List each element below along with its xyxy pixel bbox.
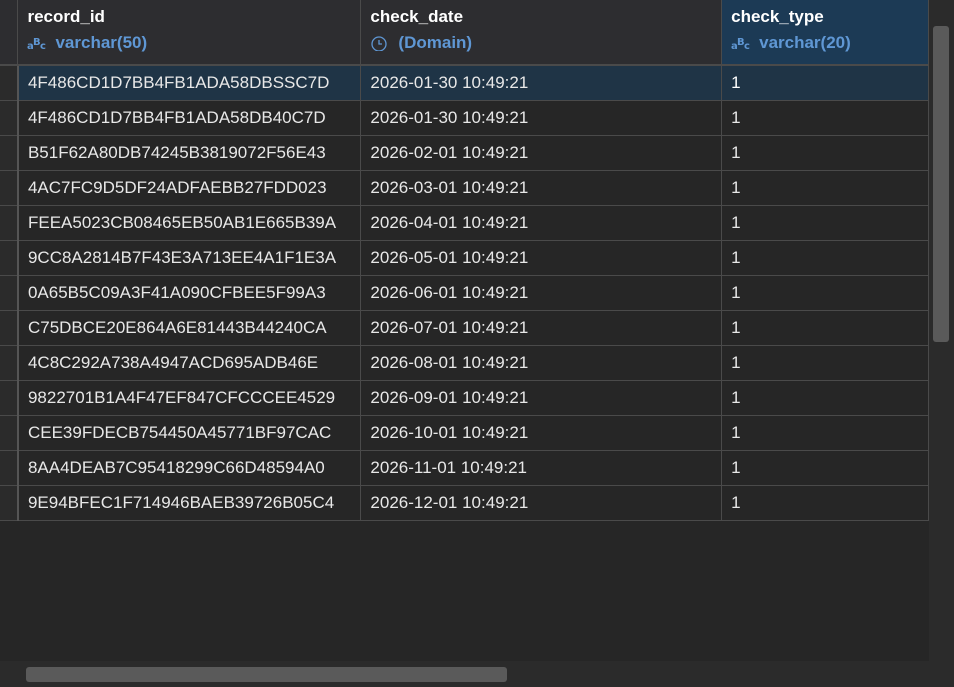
cell-check-type[interactable]: 1	[721, 135, 929, 171]
cell-record-id[interactable]: 4AC7FC9D5DF24ADFAEBB27FDD023	[17, 170, 362, 206]
table-row[interactable]: 9E94BFEC1F714946BAEB39726B05C4 2026-12-01…	[0, 485, 929, 521]
cell-record-id[interactable]: 9E94BFEC1F714946BAEB39726B05C4	[17, 485, 362, 521]
table-row[interactable]: 4F486CD1D7BB4FB1ADA58DB40C7D 2026-01-30 1…	[0, 100, 929, 136]
table-row[interactable]: 9822701B1A4F47EF847CFCCCEE4529 2026-09-01…	[0, 380, 929, 416]
cell-check-type[interactable]: 1	[721, 310, 929, 346]
table-row[interactable]: B51F62A80DB74245B3819072F56E43 2026-02-01…	[0, 135, 929, 171]
cell-check-type[interactable]: 1	[721, 65, 929, 101]
cell-record-id[interactable]: 9CC8A2814B7F43E3A713EE4A1F1E3A	[17, 240, 362, 276]
cell-check-type[interactable]: 1	[721, 205, 929, 241]
vertical-scroll-thumb[interactable]	[933, 26, 949, 342]
clock-icon	[370, 35, 392, 52]
cell-record-id[interactable]: FEEA5023CB08465EB50AB1E665B39A	[17, 205, 362, 241]
row-selector[interactable]	[0, 275, 19, 311]
column-name: check_date	[370, 7, 464, 26]
cell-check-date[interactable]: 2026-03-01 10:49:21	[360, 170, 723, 206]
cell-check-type[interactable]: 1	[721, 240, 929, 276]
cell-check-type[interactable]: 1	[721, 380, 929, 416]
table-row[interactable]: CEE39FDECB754450A45771BF97CAC 2026-10-01 …	[0, 415, 929, 451]
column-header-check-date[interactable]: check_date (Domain)	[360, 0, 723, 66]
row-selector[interactable]	[0, 65, 19, 101]
table-row[interactable]: FEEA5023CB08465EB50AB1E665B39A 2026-04-01…	[0, 205, 929, 241]
column-header-check-type[interactable]: check_type aBc varchar(20)	[721, 0, 929, 66]
text-type-icon: aBc	[731, 35, 753, 52]
cell-check-date[interactable]: 2026-07-01 10:49:21	[360, 310, 723, 346]
cell-check-type[interactable]: 1	[721, 275, 929, 311]
row-selector[interactable]	[0, 135, 19, 171]
text-type-icon: aBc	[27, 35, 49, 52]
cell-record-id[interactable]: 9822701B1A4F47EF847CFCCCEE4529	[17, 380, 362, 416]
cell-check-date[interactable]: 2026-05-01 10:49:21	[360, 240, 723, 276]
column-name: check_type	[731, 7, 824, 26]
column-name: record_id	[27, 7, 105, 26]
column-type: (Domain)	[370, 33, 720, 53]
row-selector[interactable]	[0, 205, 19, 241]
table-row[interactable]: 9CC8A2814B7F43E3A713EE4A1F1E3A 2026-05-01…	[0, 240, 929, 276]
table-row[interactable]: 8AA4DEAB7C95418299C66D48594A0 2026-11-01 …	[0, 450, 929, 486]
cell-check-date[interactable]: 2026-10-01 10:49:21	[360, 415, 723, 451]
column-type: aBc varchar(50)	[27, 33, 359, 53]
horizontal-scroll-thumb[interactable]	[26, 667, 507, 682]
cell-record-id[interactable]: 4F486CD1D7BB4FB1ADA58DB40C7D	[17, 100, 362, 136]
cell-check-date[interactable]: 2026-06-01 10:49:21	[360, 275, 723, 311]
results-grid[interactable]: record_id aBc varchar(50) check_date (Do…	[0, 0, 929, 661]
row-selector[interactable]	[0, 100, 19, 136]
cell-check-date[interactable]: 2026-12-01 10:49:21	[360, 485, 723, 521]
table-row[interactable]: C75DBCE20E864A6E81443B44240CA 2026-07-01 …	[0, 310, 929, 346]
cell-record-id[interactable]: B51F62A80DB74245B3819072F56E43	[17, 135, 362, 171]
table-row[interactable]: 4C8C292A738A4947ACD695ADB46E 2026-08-01 1…	[0, 345, 929, 381]
row-selector[interactable]	[0, 310, 19, 346]
row-selector[interactable]	[0, 450, 19, 486]
cell-check-type[interactable]: 1	[721, 345, 929, 381]
column-type-label: varchar(50)	[55, 33, 148, 52]
table-row[interactable]: 0A65B5C09A3F41A090CFBEE5F99A3 2026-06-01 …	[0, 275, 929, 311]
cell-check-date[interactable]: 2026-01-30 10:49:21	[360, 65, 723, 101]
column-type-label: (Domain)	[398, 33, 473, 52]
cell-record-id[interactable]: 8AA4DEAB7C95418299C66D48594A0	[17, 450, 362, 486]
row-selector[interactable]	[0, 240, 19, 276]
cell-check-type[interactable]: 1	[721, 485, 929, 521]
cell-record-id[interactable]: CEE39FDECB754450A45771BF97CAC	[17, 415, 362, 451]
table-row[interactable]: 4F486CD1D7BB4FB1ADA58DBSSC7D 2026-01-30 1…	[0, 65, 929, 101]
cell-record-id[interactable]: C75DBCE20E864A6E81443B44240CA	[17, 310, 362, 346]
scrollbar-corner	[929, 661, 954, 687]
cell-check-type[interactable]: 1	[721, 170, 929, 206]
cell-check-date[interactable]: 2026-04-01 10:49:21	[360, 205, 723, 241]
row-selector[interactable]	[0, 345, 19, 381]
select-all-corner[interactable]	[0, 0, 19, 66]
cell-check-date[interactable]: 2026-08-01 10:49:21	[360, 345, 723, 381]
cell-check-type[interactable]: 1	[721, 415, 929, 451]
cell-record-id[interactable]: 4F486CD1D7BB4FB1ADA58DBSSC7D	[17, 65, 362, 101]
table-row[interactable]: 4AC7FC9D5DF24ADFAEBB27FDD023 2026-03-01 1…	[0, 170, 929, 206]
cell-check-type[interactable]: 1	[721, 100, 929, 136]
svg-text:c: c	[744, 41, 750, 51]
column-header-record-id[interactable]: record_id aBc varchar(50)	[17, 0, 362, 66]
grid-body: 4F486CD1D7BB4FB1ADA58DBSSC7D 2026-01-30 1…	[0, 65, 929, 521]
row-selector[interactable]	[0, 485, 19, 521]
cell-record-id[interactable]: 4C8C292A738A4947ACD695ADB46E	[17, 345, 362, 381]
cell-check-date[interactable]: 2026-01-30 10:49:21	[360, 100, 723, 136]
svg-text:c: c	[40, 41, 46, 51]
column-type: aBc varchar(20)	[731, 33, 927, 53]
row-selector[interactable]	[0, 415, 19, 451]
cell-check-date[interactable]: 2026-11-01 10:49:21	[360, 450, 723, 486]
cell-check-type[interactable]: 1	[721, 450, 929, 486]
data-table: record_id aBc varchar(50) check_date (Do…	[0, 0, 929, 521]
cell-record-id[interactable]: 0A65B5C09A3F41A090CFBEE5F99A3	[17, 275, 362, 311]
row-selector[interactable]	[0, 380, 19, 416]
header-row: record_id aBc varchar(50) check_date (Do…	[0, 0, 929, 66]
row-selector[interactable]	[0, 170, 19, 206]
cell-check-date[interactable]: 2026-02-01 10:49:21	[360, 135, 723, 171]
cell-check-date[interactable]: 2026-09-01 10:49:21	[360, 380, 723, 416]
column-type-label: varchar(20)	[759, 33, 851, 52]
